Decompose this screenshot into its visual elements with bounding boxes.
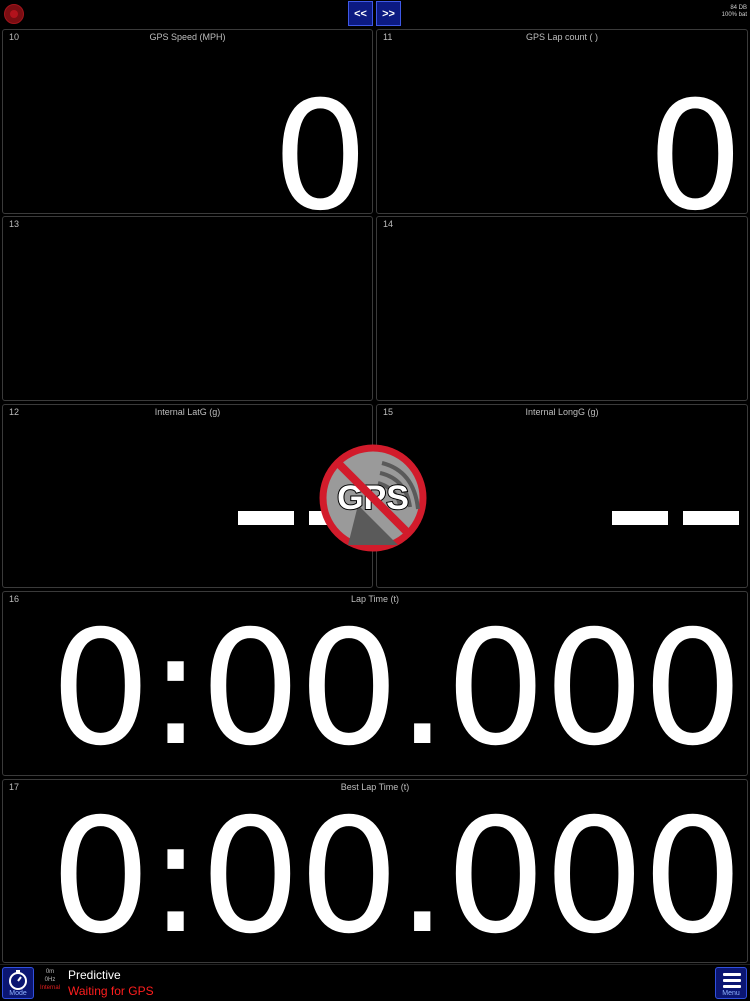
- best-lap-time-value: 0:00.000: [50, 785, 743, 963]
- menu-button-label: Menu: [722, 990, 740, 997]
- mini-line-2: 0Hz: [44, 977, 56, 983]
- lap-time-tile[interactable]: 16 Lap Time (t) 0:00.000: [2, 591, 748, 776]
- tile-number: 13: [9, 219, 20, 229]
- status-line-2: 100% bat: [721, 12, 747, 18]
- tile-title: Internal LongG (g): [525, 407, 599, 417]
- mode-button[interactable]: Mode: [2, 967, 34, 999]
- hamburger-icon: [723, 973, 741, 991]
- mode-button-label: Mode: [9, 990, 27, 997]
- menu-button[interactable]: Menu: [715, 967, 747, 999]
- mode-name: Predictive: [68, 968, 121, 982]
- internal-longg-tile[interactable]: 15 Internal LongG (g) --: [376, 404, 748, 588]
- gps-speed-value: 0: [272, 70, 368, 214]
- mini-line-3: Internal: [40, 985, 61, 991]
- stopwatch-icon: [9, 970, 27, 990]
- tile-title: Internal LatG (g): [154, 407, 221, 417]
- tile-number: 14: [383, 219, 394, 229]
- tile-title: GPS Lap count ( ): [525, 32, 599, 42]
- longg-dash-1: [612, 511, 668, 525]
- latg-dash-1: [238, 511, 294, 525]
- gps-speed-tile[interactable]: 10 GPS Speed (MPH) 0: [2, 29, 373, 214]
- bottom-bar: Mode 0m 0Hz Internal Predictive Waiting …: [0, 964, 750, 1001]
- record-button[interactable]: [4, 4, 24, 24]
- previous-page-button[interactable]: <<: [348, 1, 373, 26]
- logging-status: 0m 0Hz Internal: [40, 968, 60, 992]
- gps-status-text: Waiting for GPS: [68, 984, 154, 998]
- no-gps-satellite-icon: GPS: [318, 443, 428, 553]
- gps-lap-count-tile[interactable]: 11 GPS Lap count ( ) 0: [376, 29, 748, 214]
- empty-tile-14[interactable]: 14: [376, 216, 748, 401]
- device-status: 84 DB 100% bat: [722, 5, 747, 19]
- mini-line-1: 0m: [45, 969, 55, 975]
- longg-dash-2: [683, 511, 739, 525]
- empty-tile-13[interactable]: 13: [2, 216, 373, 401]
- status-line-1: 84 DB: [730, 5, 747, 11]
- gps-lap-count-value: 0: [647, 70, 743, 214]
- next-page-button[interactable]: >>: [376, 1, 401, 26]
- top-bar: << >> 84 DB 100% bat: [0, 0, 750, 28]
- tile-title: GPS Speed (MPH): [149, 32, 226, 42]
- lap-time-value: 0:00.000: [50, 597, 743, 776]
- best-lap-time-tile[interactable]: 17 Best Lap Time (t) 0:00.000: [2, 779, 748, 963]
